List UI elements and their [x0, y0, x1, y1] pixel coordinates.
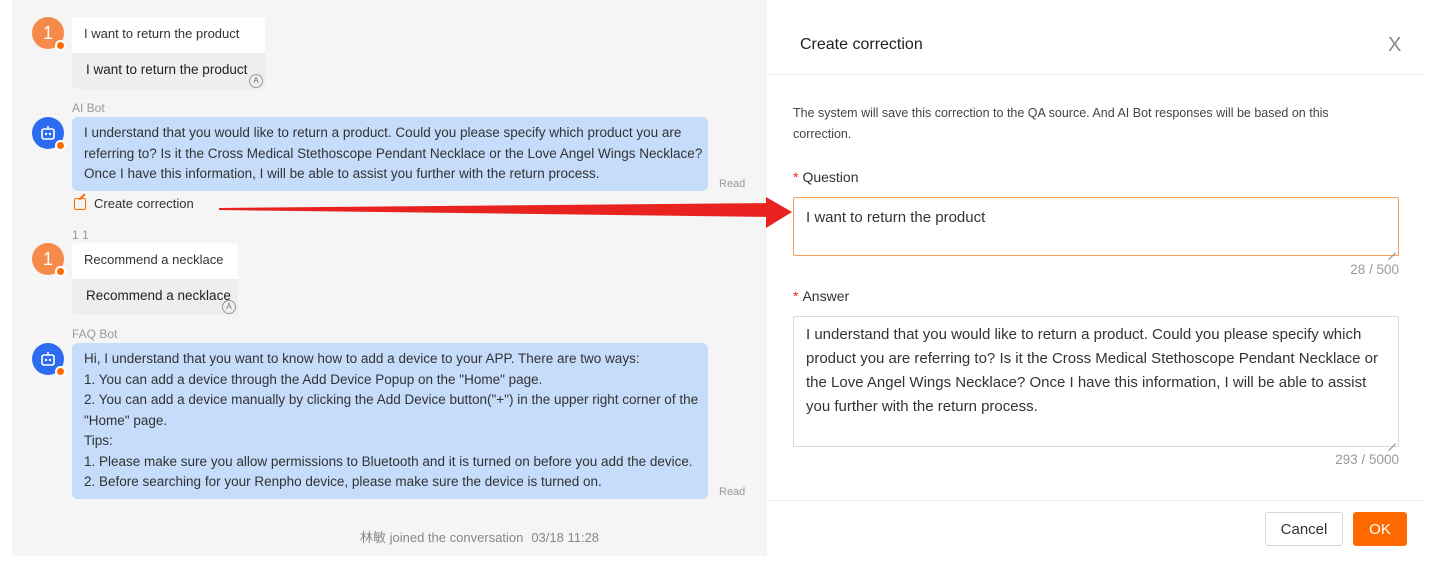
- translate-icon[interactable]: A: [249, 74, 263, 88]
- panel-description: The system will save this correction to …: [793, 106, 1329, 141]
- system-notice: 林敏 joined the conversation 03/18 11:28: [360, 530, 600, 545]
- question-field[interactable]: I want to return the product: [793, 197, 1399, 256]
- robot-icon: [41, 126, 55, 140]
- user-avatar: 1: [32, 17, 66, 51]
- translate-icon[interactable]: A: [222, 300, 236, 314]
- user-avatar: 1: [32, 243, 66, 277]
- resize-handle[interactable]: [1388, 245, 1396, 253]
- user-message: I want to return the product I want to r…: [72, 17, 265, 89]
- bot-name: FAQ Bot: [72, 327, 118, 341]
- bot-avatar: [32, 117, 66, 151]
- bot-message: I understand that you would like to retu…: [72, 117, 708, 191]
- answer-label: * Answer: [793, 288, 850, 304]
- message-meta: 1 1: [72, 228, 89, 242]
- panel-title: Create correction: [800, 36, 923, 53]
- resize-handle[interactable]: [1388, 436, 1396, 444]
- user-message-text: Recommend a necklace: [84, 252, 224, 267]
- divider: [768, 74, 1425, 75]
- read-status: Read: [719, 486, 746, 498]
- robot-icon: [41, 352, 55, 366]
- bot-message: Hi, I understand that you want to know h…: [72, 343, 708, 499]
- user-message: Recommend a necklace Recommend a necklac…: [72, 243, 238, 315]
- suggested-text: I want to return the product: [86, 62, 248, 77]
- correction-panel: Create correction X The system will save…: [768, 0, 1445, 571]
- question-char-count: 28 / 500: [1350, 262, 1399, 277]
- create-correction-link[interactable]: Create correction: [74, 196, 194, 211]
- suggested-text: Recommend a necklace: [86, 288, 231, 303]
- question-label: * Question: [793, 169, 859, 185]
- answer-field[interactable]: I understand that you would like to retu…: [793, 316, 1399, 447]
- chat-panel: 1 I want to return the product I want to…: [12, 0, 767, 556]
- answer-char-count: 293 / 5000: [1335, 452, 1399, 467]
- bot-name: AI Bot: [72, 101, 105, 115]
- cancel-button[interactable]: Cancel: [1265, 512, 1343, 546]
- ok-button[interactable]: OK: [1353, 512, 1407, 546]
- edit-icon: [74, 197, 86, 210]
- divider: [768, 500, 1425, 501]
- close-icon[interactable]: X: [1388, 34, 1401, 57]
- bot-avatar: [32, 343, 66, 377]
- read-status: Read: [719, 178, 746, 190]
- user-message-text: I want to return the product: [84, 26, 240, 41]
